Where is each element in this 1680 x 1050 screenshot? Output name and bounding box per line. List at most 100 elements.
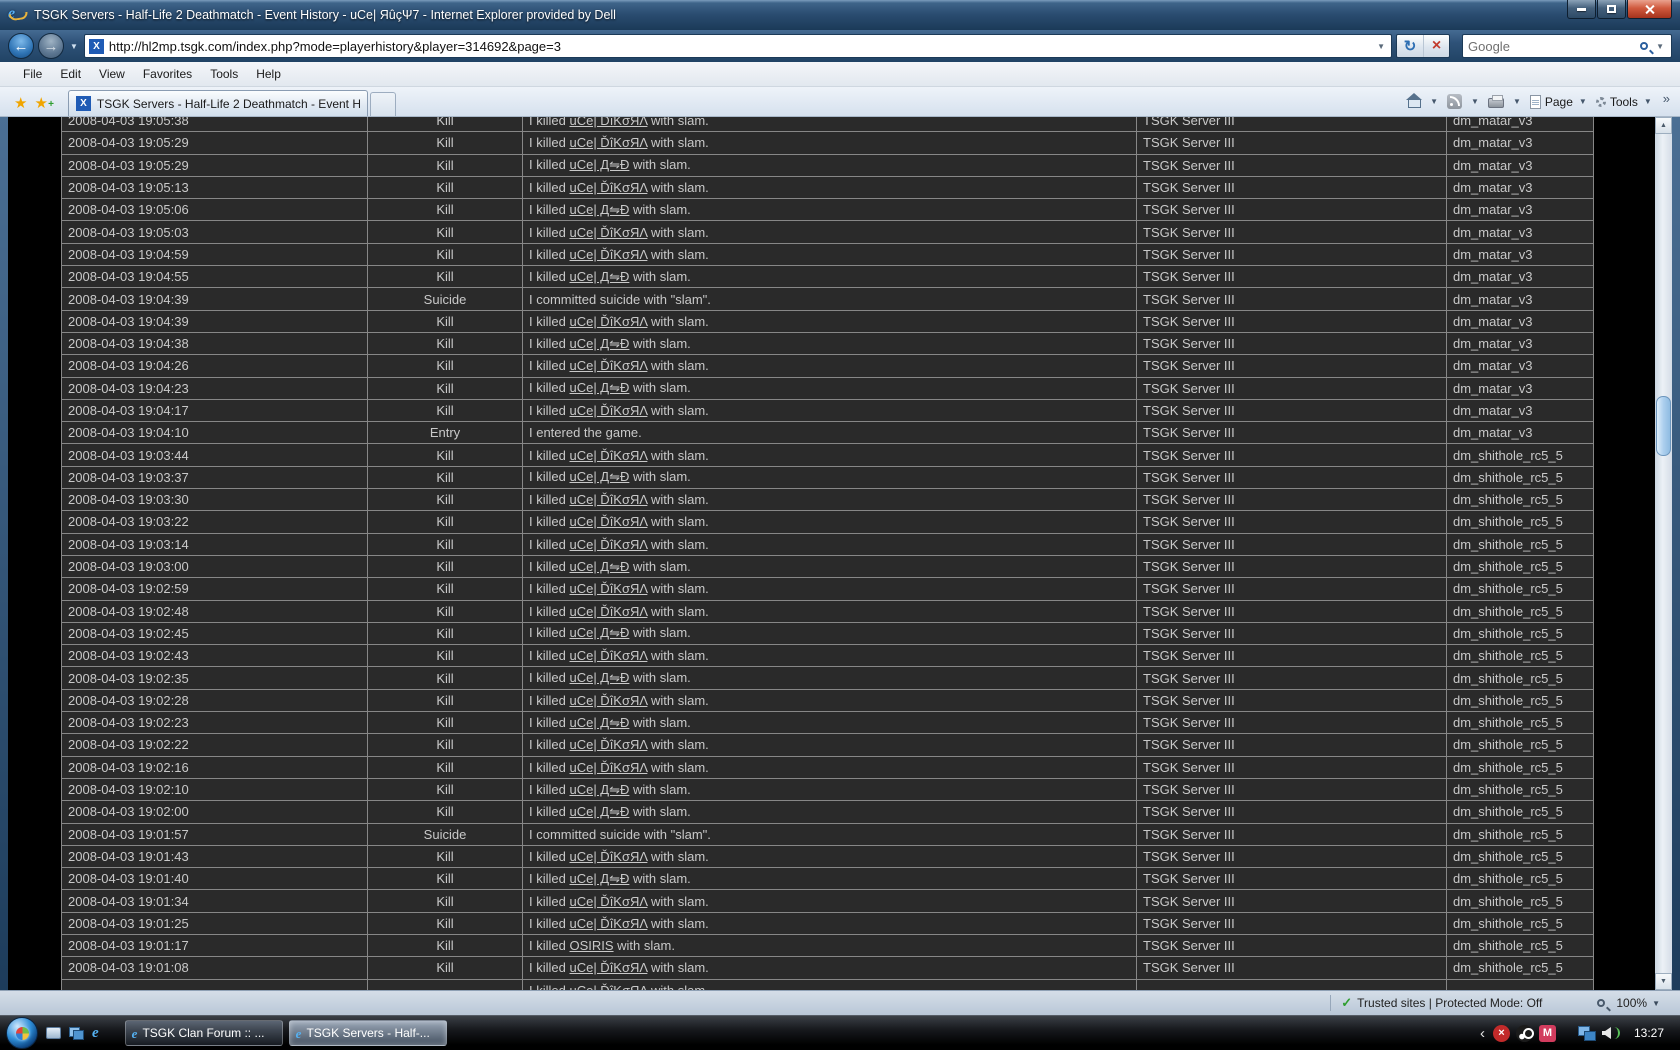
start-button[interactable] (6, 1017, 38, 1049)
menu-item-view[interactable]: View (90, 64, 134, 84)
victim-player-link[interactable]: uCe| Д⇋Ð (569, 469, 629, 484)
volume-tray-icon[interactable] (1602, 1027, 1620, 1039)
overflow-chevron-icon[interactable]: » (1661, 91, 1674, 112)
victim-player-link[interactable]: uCe| ĎîKσЯΛ (569, 314, 647, 329)
victim-player-link[interactable]: uCe| ĎîKσЯΛ (569, 247, 647, 262)
taskbar-button-forum[interactable]: e TSGK Clan Forum :: ... (125, 1020, 283, 1046)
victim-player-link[interactable]: uCe| ĎîKσЯΛ (569, 983, 647, 990)
victim-player-link[interactable]: uCe| ĎîKσЯΛ (569, 225, 647, 240)
victim-player-link[interactable]: uCe| ĎîKσЯΛ (569, 537, 647, 552)
menu-item-edit[interactable]: Edit (51, 64, 90, 84)
taskbar-button-servers[interactable]: e TSGK Servers - Half-... (289, 1020, 447, 1046)
address-bar[interactable]: X http://hl2mp.tsgk.com/index.php?mode=p… (84, 34, 1392, 58)
event-type-cell: Kill (368, 934, 523, 956)
scroll-down-icon[interactable]: ▼ (1655, 973, 1672, 990)
victim-player-link[interactable]: uCe| ĎîKσЯΛ (569, 492, 647, 507)
victim-player-link[interactable]: uCe| ĎîKσЯΛ (569, 180, 647, 195)
event-desc-post: with slam. (629, 269, 690, 284)
ie-icon: e (132, 1026, 138, 1041)
victim-player-link[interactable]: uCe| ĎîKσЯΛ (569, 358, 647, 373)
tray-app-x-icon[interactable]: × (1493, 1025, 1510, 1042)
url-text[interactable]: http://hl2mp.tsgk.com/index.php?mode=pla… (109, 39, 1370, 54)
zoom-dropdown-icon[interactable]: ▼ (1652, 999, 1660, 1008)
tab-active[interactable]: X TSGK Servers - Half-Life 2 Deathmatch … (68, 90, 368, 116)
victim-player-link[interactable]: OSIRIS (569, 938, 613, 953)
table-row: 2008-04-03 19:04:26 Kill I killed uCe| Ď… (62, 355, 1594, 377)
victim-player-link[interactable]: uCe| ĎîKσЯΛ (569, 916, 647, 931)
refresh-button[interactable]: ↻ (1397, 35, 1423, 57)
stop-button[interactable]: × (1423, 35, 1449, 57)
victim-player-link[interactable]: uCe| ĎîKσЯΛ (569, 737, 647, 752)
switch-windows-icon[interactable] (69, 1027, 84, 1040)
victim-player-link[interactable]: uCe| Д⇋Ð (569, 715, 629, 730)
event-type-cell: Kill (368, 689, 523, 711)
event-map-cell: dm_matar_v3 (1447, 266, 1594, 288)
victim-player-link[interactable]: uCe| ĎîKσЯΛ (569, 849, 647, 864)
menu-item-favorites[interactable]: Favorites (134, 64, 201, 84)
print-button[interactable] (1488, 95, 1504, 108)
vertical-scrollbar[interactable]: ▲ ▼ (1655, 117, 1672, 990)
add-favorite-icon[interactable]: ★ (32, 94, 53, 116)
search-dropdown-icon[interactable]: ▼ (1654, 42, 1666, 51)
close-button[interactable] (1627, 0, 1672, 19)
tray-expand-icon[interactable]: ‹ (1480, 1025, 1485, 1042)
home-button[interactable] (1408, 95, 1421, 108)
menu-item-tools[interactable]: Tools (201, 64, 247, 84)
home-dropdown-icon[interactable]: ▼ (1428, 97, 1440, 106)
victim-player-link[interactable]: uCe| Д⇋Ð (569, 269, 629, 284)
address-dropdown-icon[interactable]: ▼ (1375, 42, 1387, 51)
scroll-up-icon[interactable]: ▲ (1655, 117, 1672, 134)
victim-player-link[interactable]: uCe| Д⇋Ð (569, 871, 629, 886)
event-time-cell: 2008-04-03 19:01:34 (62, 890, 368, 912)
show-desktop-icon[interactable] (46, 1027, 61, 1039)
victim-player-link[interactable]: uCe| ĎîKσЯΛ (569, 403, 647, 418)
search-input[interactable]: Google (1468, 39, 1640, 54)
menu-item-file[interactable]: File (14, 64, 51, 84)
steam-tray-icon[interactable] (1516, 1025, 1533, 1042)
victim-player-link[interactable]: uCe| Д⇋Ð (569, 380, 629, 395)
event-desc-post: with slam. (629, 625, 690, 640)
victim-player-link[interactable]: uCe| ĎîKσЯΛ (569, 135, 647, 150)
minimize-icon (1577, 8, 1586, 11)
new-tab-stub[interactable] (370, 92, 396, 116)
victim-player-link[interactable]: uCe| Д⇋Ð (569, 336, 629, 351)
victim-player-link[interactable]: uCe| Д⇋Ð (569, 559, 629, 574)
victim-player-link[interactable]: uCe| Д⇋Ð (569, 670, 629, 685)
victim-player-link[interactable]: uCe| Д⇋Ð (569, 782, 629, 797)
victim-player-link[interactable]: uCe| Д⇋Ð (569, 157, 629, 172)
victim-player-link[interactable]: uCe| Д⇋Ð (569, 625, 629, 640)
victim-player-link[interactable]: uCe| ĎîKσЯΛ (569, 693, 647, 708)
tools-button[interactable]: Tools▼ (1596, 95, 1654, 109)
print-dropdown-icon[interactable]: ▼ (1511, 97, 1523, 106)
victim-player-link[interactable]: uCe| Д⇋Ð (569, 202, 629, 217)
victim-player-link[interactable]: uCe| ĎîKσЯΛ (569, 648, 647, 663)
forward-button[interactable]: → (38, 33, 64, 59)
ie-quicklaunch-icon[interactable]: e (92, 1026, 99, 1041)
back-button[interactable]: ← (8, 33, 34, 59)
feeds-dropdown-icon[interactable]: ▼ (1469, 97, 1481, 106)
maximize-button[interactable] (1597, 0, 1626, 19)
victim-player-link[interactable]: uCe| ĎîKσЯΛ (569, 960, 647, 975)
victim-player-link[interactable]: uCe| ĎîKσЯΛ (569, 581, 647, 596)
history-dropdown-icon[interactable]: ▼ (68, 42, 80, 51)
victim-player-link[interactable]: uCe| ĎîKσЯΛ (569, 760, 647, 775)
feeds-button[interactable] (1447, 94, 1462, 109)
favorites-star-icon[interactable]: ★ (6, 94, 32, 116)
victim-player-link[interactable]: uCe| Д⇋Ð (569, 804, 629, 819)
victim-player-link[interactable]: uCe| ĎîKσЯΛ (569, 604, 647, 619)
victim-player-link[interactable]: uCe| ĎîKσЯΛ (569, 514, 647, 529)
messenger-tray-icon[interactable]: M (1539, 1025, 1556, 1042)
victim-player-link[interactable]: uCe| ĎîKσЯΛ (569, 117, 647, 128)
scrollbar-thumb[interactable] (1656, 396, 1671, 456)
victim-player-link[interactable]: uCe| ĎîKσЯΛ (569, 894, 647, 909)
zoom-control[interactable]: 100% ▼ (1597, 996, 1660, 1010)
minimize-button[interactable] (1567, 0, 1596, 19)
search-box[interactable]: Google ▼ (1462, 34, 1672, 58)
network-tray-icon[interactable] (1578, 1026, 1596, 1041)
menu-item-help[interactable]: Help (247, 64, 290, 84)
page-button[interactable]: Page▼ (1530, 95, 1589, 109)
search-icon[interactable] (1640, 42, 1648, 50)
event-type-cell: Kill (368, 117, 523, 132)
victim-player-link[interactable]: uCe| ĎîKσЯΛ (569, 448, 647, 463)
event-server-cell: TSGK Server III (1137, 622, 1447, 644)
